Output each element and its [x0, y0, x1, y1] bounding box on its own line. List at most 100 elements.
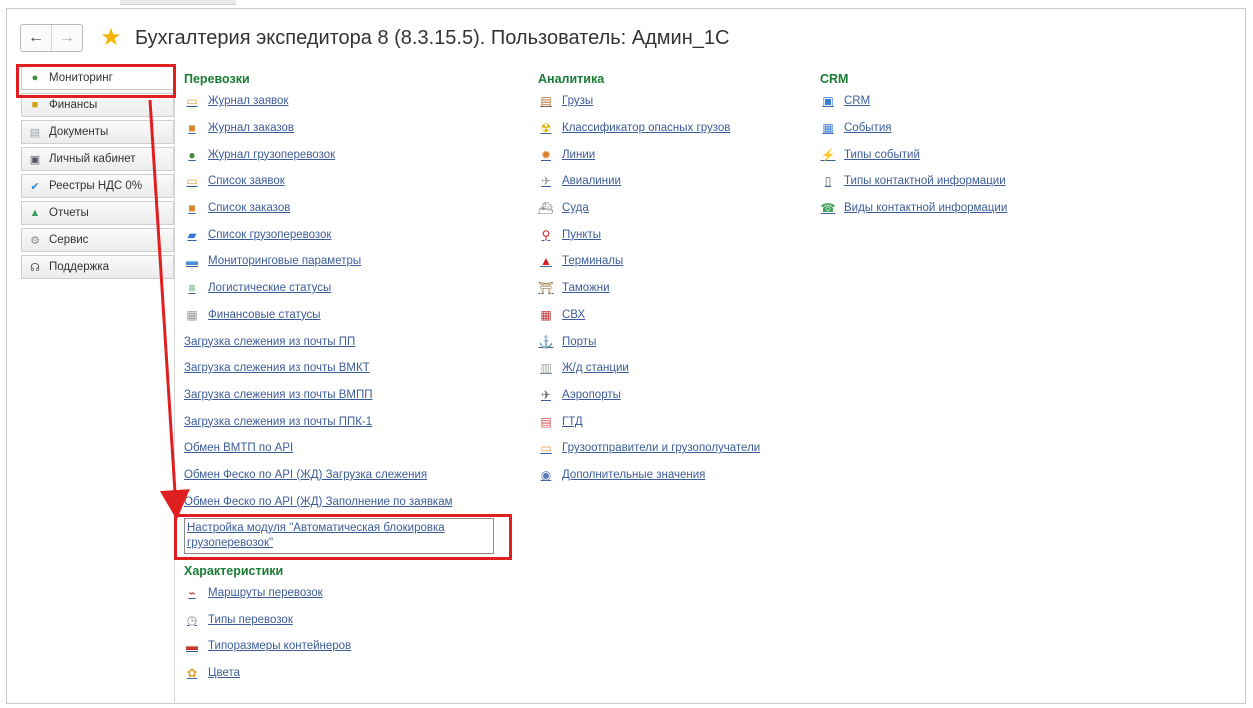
link-item[interactable]: ☢ Классификатор опасных грузов: [538, 115, 760, 142]
sidebar-item-label: Финансы: [49, 99, 98, 111]
sidebar-divider: [174, 66, 175, 704]
link-item[interactable]: ≡ Логистические статусы: [184, 275, 494, 302]
link-item[interactable]: ◉ Дополнительные значения: [538, 462, 760, 489]
link-item[interactable]: ▤ Грузы: [538, 88, 760, 115]
stack-icon: ≡: [188, 281, 196, 296]
section-heading-transport: Перевозки: [184, 72, 250, 86]
link-label: Авиалинии: [562, 175, 621, 188]
characteristics-links: ⌁ Маршруты перевозок ◷ Типы перевозок ▬ Типор…: [184, 580, 494, 686]
section-heading-analytics: Аналитика: [538, 72, 605, 86]
cargo-icon: ▤: [540, 94, 552, 109]
link-label: Мониторинговые параметры: [208, 255, 362, 268]
transport-links: ▭ Журнал заявок ■ Журнал заказов ● Журнал гру…: [184, 88, 494, 515]
panel-icon: ▬: [186, 254, 198, 269]
link-label: Список грузоперевозок: [208, 228, 332, 241]
link-item[interactable]: ▦ События: [820, 115, 1007, 142]
link-item[interactable]: Обмен ВМТП по API: [184, 435, 494, 462]
crm-links: ▣ CRM ▦ События ⚡ Типы событий ▯ Типы контактно…: [820, 88, 1008, 222]
declaration-icon: ▤: [540, 414, 552, 429]
link-item[interactable]: ⚓ Порты: [538, 328, 760, 355]
link-item[interactable]: ▬ Мониторинговые параметры: [184, 248, 494, 275]
link-item[interactable]: ✈ Авиалинии: [538, 168, 760, 195]
link-item[interactable]: ✿ Цвета: [184, 660, 494, 687]
folder-icon: ▭: [186, 174, 198, 189]
link-label: Типы перевозок: [208, 613, 293, 626]
crm-icon: ▣: [822, 94, 834, 109]
link-label: Загрузка слежения из почты ПП: [184, 335, 356, 348]
calendar-icon: ▦: [822, 121, 834, 136]
link-item[interactable]: Загрузка слежения из почты ПП: [184, 328, 494, 355]
back-button[interactable]: ←: [21, 25, 51, 51]
column-analytics: Аналитика ▤ Грузы ☢ Классификатор опасных г…: [538, 70, 760, 488]
link-item[interactable]: Обмен Феско по API (ЖД) Заполнение по за…: [184, 488, 494, 515]
link-label: CRM: [844, 95, 871, 108]
values-icon: ◉: [540, 467, 552, 482]
link-item[interactable]: ▣ CRM: [820, 88, 1007, 115]
link-item[interactable]: Загрузка слежения из почты ВМКТ: [184, 355, 494, 382]
link-label: Цвета: [208, 666, 241, 679]
sidebar-item-label: Поддержка: [49, 261, 109, 273]
sidebar-item-5[interactable]: ▲ Отчеты: [21, 201, 174, 225]
link-label: Список заявок: [208, 175, 285, 188]
link-item[interactable]: ▭ Список заявок: [184, 168, 494, 195]
link-label: Финансовые статусы: [208, 308, 321, 321]
arrow-left-icon: ←: [28, 29, 44, 46]
link-item[interactable]: ▬ Типоразмеры контейнеров: [184, 633, 494, 660]
link-item[interactable]: ■ Список заказов: [184, 195, 494, 222]
link-item[interactable]: ▦ Финансовые статусы: [184, 302, 494, 329]
link-label: Загрузка слежения из почты ВМКТ: [184, 362, 370, 375]
contact-icon: ☎: [820, 201, 836, 216]
forward-button[interactable]: →: [51, 25, 82, 51]
sidebar-item-2[interactable]: ▤ Документы: [21, 120, 174, 144]
column-crm: CRM ▣ CRM ▦ События ⚡ Типы событий ▯ Типы конта…: [820, 70, 1007, 221]
link-item[interactable]: ▭ Грузоотправители и грузополучатели: [538, 435, 760, 462]
section-heading-characteristics: Характеристики: [184, 564, 284, 578]
link-item[interactable]: ● Журнал грузоперевозок: [184, 141, 494, 168]
link-item[interactable]: ☎ Виды контактной информации: [820, 195, 1008, 222]
link-item[interactable]: ▲ Терминалы: [538, 248, 760, 275]
anchor-icon: ⚓: [538, 334, 554, 349]
link-item[interactable]: ▥ Ж/д станции: [538, 355, 760, 382]
link-item[interactable]: ⚲ Пункты: [538, 221, 760, 248]
plane-icon: ✈: [540, 174, 552, 189]
link-label: Суда: [562, 202, 589, 215]
link-item[interactable]: ⛴ Суда: [538, 195, 760, 222]
sidebar-item-label: Сервис: [49, 234, 89, 246]
link-item[interactable]: ⛩ Таможни: [538, 275, 760, 302]
sidebar-item-6[interactable]: ⚙ Сервис: [21, 228, 174, 252]
highlight-auto-block-link: [174, 514, 512, 560]
folder-icon: ▭: [540, 441, 552, 456]
document-icon: ▤: [29, 126, 41, 139]
link-item[interactable]: ▤ ГТД: [538, 408, 760, 435]
warehouse-icon: ▦: [540, 307, 552, 322]
link-item[interactable]: ▰ Список грузоперевозок: [184, 221, 494, 248]
link-label: Таможни: [562, 282, 610, 295]
link-item[interactable]: Загрузка слежения из почты ППК-1: [184, 408, 494, 435]
link-item[interactable]: ✹ Линии: [538, 141, 760, 168]
sidebar-item-3[interactable]: ▣ Личный кабинет: [21, 147, 174, 171]
link-label: Типоразмеры контейнеров: [208, 640, 352, 653]
lightning-icon: ⚡: [820, 147, 836, 162]
terminal-icon: ▲: [540, 254, 552, 269]
sidebar-item-label: Реестры НДС 0%: [49, 180, 143, 192]
link-item[interactable]: ◷ Типы перевозок: [184, 607, 494, 634]
link-item[interactable]: Загрузка слежения из почты ВМПП: [184, 382, 494, 409]
favorite-star-icon[interactable]: ★: [99, 26, 123, 50]
link-label: Логистические статусы: [208, 282, 332, 295]
link-item[interactable]: ▭ Журнал заявок: [184, 88, 494, 115]
checkmark-folder-icon: ✔: [30, 180, 40, 193]
link-label: Грузоотправители и грузополучатели: [562, 442, 761, 455]
sidebar-item-label: Отчеты: [49, 207, 89, 219]
link-item[interactable]: ⌁ Маршруты перевозок: [184, 580, 494, 607]
sidebar-item-7[interactable]: ☊ Поддержка: [21, 255, 174, 279]
link-label: Пункты: [562, 228, 602, 241]
link-label: Обмен Феско по API (ЖД) Заполнение по за…: [184, 495, 453, 508]
package-icon: ■: [188, 201, 196, 216]
sidebar-item-4[interactable]: ✔ Реестры НДС 0%: [21, 174, 174, 198]
link-item[interactable]: ■ Журнал заказов: [184, 115, 494, 142]
link-item[interactable]: ▦ СВХ: [538, 302, 760, 329]
link-item[interactable]: ⚡ Типы событий: [820, 141, 1007, 168]
link-item[interactable]: Обмен Феско по API (ЖД) Загрузка слежени…: [184, 462, 494, 489]
link-item[interactable]: ✈ Аэропорты: [538, 382, 760, 409]
link-item[interactable]: ▯ Типы контактной информации: [820, 168, 1007, 195]
